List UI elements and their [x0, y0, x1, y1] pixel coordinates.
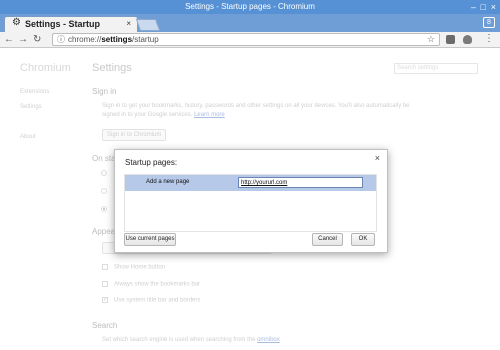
startup-pages-list: Add a new page http://yoururl.com: [124, 174, 377, 232]
close-window-icon[interactable]: ×: [491, 1, 496, 13]
ok-button[interactable]: OK: [351, 233, 375, 246]
close-icon[interactable]: ×: [375, 153, 380, 163]
checkbox-system-title-bar[interactable]: ✓ Use system title bar and borders: [102, 297, 200, 304]
profile-icon[interactable]: 8: [483, 17, 495, 28]
sidebar-item-about[interactable]: About: [20, 134, 36, 140]
sidebar-item-settings[interactable]: Settings: [20, 104, 42, 110]
gear-icon: ⚙: [12, 17, 21, 28]
sidebar-item-extensions[interactable]: Extensions: [20, 89, 49, 95]
list-item[interactable]: Add a new page http://yoururl.com: [125, 175, 376, 191]
startup-radio-specific[interactable]: [101, 206, 107, 212]
address-bar[interactable]: ⓘ chrome://settings/startup ☆: [52, 33, 440, 46]
reload-icon[interactable]: ↻: [33, 33, 41, 46]
search-description: Set which search engine is used when sea…: [102, 337, 280, 343]
search-heading: Search: [92, 321, 118, 330]
tab-close-icon[interactable]: ×: [126, 19, 131, 28]
add-page-label: Add a new page: [146, 179, 190, 185]
minimize-icon[interactable]: –: [471, 1, 476, 13]
new-tab-button[interactable]: [135, 19, 161, 31]
page-title: Settings: [92, 62, 132, 74]
dialog-title: Startup pages:: [125, 158, 178, 167]
shield-icon[interactable]: [463, 35, 472, 44]
sign-in-description: Sign in to get your bookmarks, history, …: [102, 103, 410, 118]
learn-more-link[interactable]: Learn more: [194, 112, 225, 118]
browser-toolbar: ← → ↻ ⓘ chrome://settings/startup ☆ ⋮: [0, 32, 500, 48]
startup-pages-dialog: Startup pages: × Add a new page http://y…: [114, 149, 388, 253]
checkbox-box[interactable]: [102, 281, 108, 287]
sign-in-heading: Sign in: [92, 87, 117, 96]
cancel-button[interactable]: Cancel: [312, 233, 343, 246]
checkbox-show-home[interactable]: Show Home button: [102, 264, 165, 271]
checkbox-box[interactable]: ✓: [102, 297, 108, 303]
search-settings-input[interactable]: Search settings: [394, 63, 478, 74]
url-input[interactable]: http://yoururl.com: [238, 177, 363, 188]
info-icon[interactable]: ⓘ: [57, 34, 65, 45]
window-title: Settings - Startup pages - Chromium: [185, 2, 315, 11]
tab-settings[interactable]: ⚙ Settings - Startup ×: [4, 16, 138, 32]
forward-arrow-icon[interactable]: →: [18, 33, 28, 46]
back-arrow-icon[interactable]: ←: [4, 33, 14, 46]
sign-in-button[interactable]: Sign in to Chromium: [102, 129, 167, 141]
address-url: chrome://settings/startup: [68, 35, 159, 44]
checkbox-bookmarks-bar[interactable]: Always show the bookmarks bar: [102, 281, 200, 288]
startup-radio-continue[interactable]: [101, 188, 107, 194]
startup-radio-newtab[interactable]: [101, 170, 107, 176]
tab-title: Settings - Startup: [25, 19, 101, 29]
tab-strip: ⚙ Settings - Startup × 8: [0, 14, 500, 32]
menu-dots-icon[interactable]: ⋮: [484, 33, 494, 44]
use-current-pages-button[interactable]: Use current pages: [124, 233, 176, 246]
sidebar-brand: Chromium: [20, 62, 71, 74]
checkbox-box[interactable]: [102, 264, 108, 270]
extension-icon[interactable]: [446, 35, 455, 44]
window-titlebar: Settings - Startup pages - Chromium – □ …: [0, 0, 500, 14]
maximize-icon[interactable]: □: [481, 1, 486, 13]
bookmark-star-icon[interactable]: ☆: [427, 34, 435, 45]
omnibox-link[interactable]: omnibox: [257, 337, 280, 343]
